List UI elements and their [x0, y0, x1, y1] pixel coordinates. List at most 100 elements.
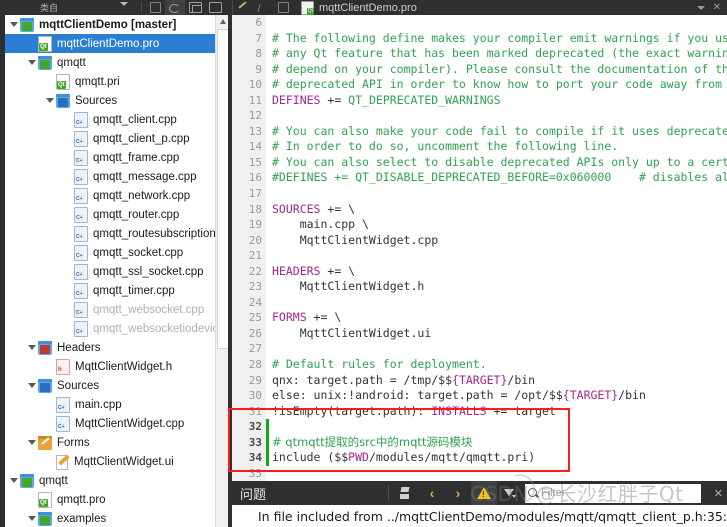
file-ui-icon [56, 454, 69, 470]
filter-input-wrapper[interactable]: Filter [525, 483, 701, 503]
filter-button[interactable] [497, 481, 523, 505]
tree-item[interactable]: MqttClientWidget.cpp [5, 414, 215, 433]
toolbar-left-group: 类自 [0, 0, 232, 15]
close-panel-icon[interactable]: ✕ [714, 481, 723, 505]
code-token: # depend on your compiler). Please consu… [272, 61, 727, 76]
filter-placeholder: Filter [541, 487, 566, 499]
tree-item[interactable]: qmqtt_routesubscription.cpp [5, 224, 215, 243]
tree-item[interactable]: qmqtt.pri [5, 72, 215, 91]
tree-item[interactable]: qmqtt_router.cpp [5, 205, 215, 224]
tree-item[interactable]: mqttClientDemo [master] [5, 15, 215, 34]
code-token: /bin [507, 372, 536, 387]
tree-item[interactable]: Forms [5, 433, 215, 452]
tree-item[interactable]: Headers [5, 338, 215, 357]
code-line: 9 # depend on your compiler). Please cons… [232, 62, 727, 78]
tree-item-label: qmqtt_routesubscription.cpp [93, 227, 215, 240]
line-number: 27 [248, 342, 262, 356]
folder-ui-icon [38, 435, 52, 450]
tree-item[interactable]: qmqtt_websocketiodevice.cpp [5, 319, 215, 338]
tree-item[interactable]: MqttClientWidget.ui [5, 452, 215, 471]
code-line: 16 #DEFINES += QT_DISABLE_DEPRECATED_BEFO… [232, 170, 727, 186]
tree-item[interactable]: qmqtt_socket.cpp [5, 243, 215, 262]
tree-item-label: qmqtt_timer.cpp [93, 284, 175, 297]
code-editor[interactable]: 6 7 # The following define makes your comp… [232, 15, 727, 481]
code-text: # You can also select to disable depreca… [269, 155, 727, 171]
tree-item[interactable]: qmqtt.pro [5, 490, 215, 509]
line-number: 35 [248, 466, 262, 480]
code-line: 23 MqttClientWidget.h [232, 279, 727, 295]
chevron-down-icon[interactable] [43, 91, 56, 110]
tree-item-label: mqttClientDemo [master] [39, 18, 177, 31]
code-text: else: unix:!android: target.path = /opt/… [269, 388, 646, 404]
tree-item[interactable]: qmqtt [5, 471, 215, 490]
code-text: # The following define makes your compil… [269, 31, 727, 47]
tree-item[interactable]: qmqtt_frame.cpp [5, 148, 215, 167]
tree-item[interactable]: qmqtt_network.cpp [5, 186, 215, 205]
code-text: include ($$PWD/modules/mqtt/qmqtt.pri) [269, 450, 535, 466]
tree-vertical-scrollbar[interactable] [215, 15, 230, 527]
chevron-down-icon[interactable] [25, 433, 38, 452]
tree-item[interactable]: Sources [5, 91, 215, 110]
clear-issues-button[interactable] [393, 481, 419, 505]
close-split-button[interactable] [205, 0, 225, 15]
tree-item-label: qmqtt_ssl_socket.cpp [93, 265, 204, 278]
line-number: 23 [248, 280, 262, 294]
close-icon[interactable]: ✕ [713, 2, 721, 13]
line-number: 33 [248, 435, 262, 449]
chevron-down-icon[interactable] [25, 53, 38, 72]
split-button[interactable] [185, 0, 205, 15]
tree-item[interactable]: qmqtt_client.cpp [5, 110, 215, 129]
square-button[interactable] [273, 0, 293, 15]
file-cpp-icon [74, 282, 88, 299]
chevron-down-icon[interactable] [25, 338, 38, 357]
panel-title: 问题 [240, 487, 267, 503]
tree-item[interactable]: MqttClientWidget.h [5, 357, 215, 376]
bottom-output-panel: 问题 ‹ › Filter ✕ In file included from ..… [232, 481, 727, 527]
tree-item[interactable]: qmqtt [5, 53, 215, 72]
code-line: 22 HEADERS += \ [232, 264, 727, 280]
code-token: # qtmqtt提取的src中的mqtt源码模块 [272, 434, 473, 449]
chevron-down-icon[interactable] [120, 2, 128, 6]
toolbar-divider [388, 485, 390, 501]
tree-item-label: Forms [57, 436, 90, 449]
tree-item[interactable]: examples [5, 509, 215, 527]
tree-item-label: qmqtt_socket.cpp [93, 246, 184, 259]
tree-item[interactable]: main.cpp [5, 395, 215, 414]
issue-list-item[interactable]: In file included from ../mqttClientDemo/… [232, 505, 727, 527]
code-line: 7 # The following define makes your compi… [232, 31, 727, 47]
arc-button[interactable] [165, 0, 185, 15]
chevron-down-icon[interactable] [25, 509, 38, 527]
prev-issue-button[interactable]: ‹ [419, 481, 445, 505]
code-line: 19 main.cpp \ [232, 217, 727, 233]
arc-icon [169, 3, 181, 13]
tree-item[interactable]: qmqtt_ssl_socket.cpp [5, 262, 215, 281]
chevron-down-icon[interactable] [7, 15, 20, 34]
tree-item-label: MqttClientWidget.h [75, 360, 173, 373]
edit-marker-button[interactable] [233, 0, 253, 15]
chevron-down-icon[interactable] [25, 376, 38, 395]
project-tree[interactable]: mqttClientDemo [master] mqttClientDemo.pr… [5, 15, 215, 527]
tree-item[interactable]: mqttClientDemo.pro [5, 34, 215, 53]
line-number: 25 [248, 311, 262, 325]
slash-button[interactable]: / [253, 0, 273, 15]
tree-item[interactable]: qmqtt_timer.cpp [5, 281, 215, 300]
document-tab[interactable]: mqttClientDemo.pro ✕ [293, 0, 727, 15]
tree-item[interactable]: Sources [5, 376, 215, 395]
chevron-down-icon[interactable] [7, 471, 20, 490]
line-number: 12 [248, 109, 262, 123]
code-token: FORMS [272, 310, 307, 325]
warning-filter-button[interactable] [471, 481, 498, 505]
next-issue-button[interactable]: › [445, 481, 471, 505]
chevron-down-icon[interactable] [696, 5, 705, 10]
tree-item[interactable]: qmqtt_websocket.cpp [5, 300, 215, 319]
file-cpp-icon [74, 301, 88, 318]
line-number: 11 [248, 93, 262, 107]
split-side-button[interactable] [145, 0, 165, 15]
kit-selector-label[interactable]: 类自 [40, 1, 58, 14]
tree-item[interactable]: qmqtt_message.cpp [5, 167, 215, 186]
tree-item[interactable]: qmqtt_client_p.cpp [5, 129, 215, 148]
